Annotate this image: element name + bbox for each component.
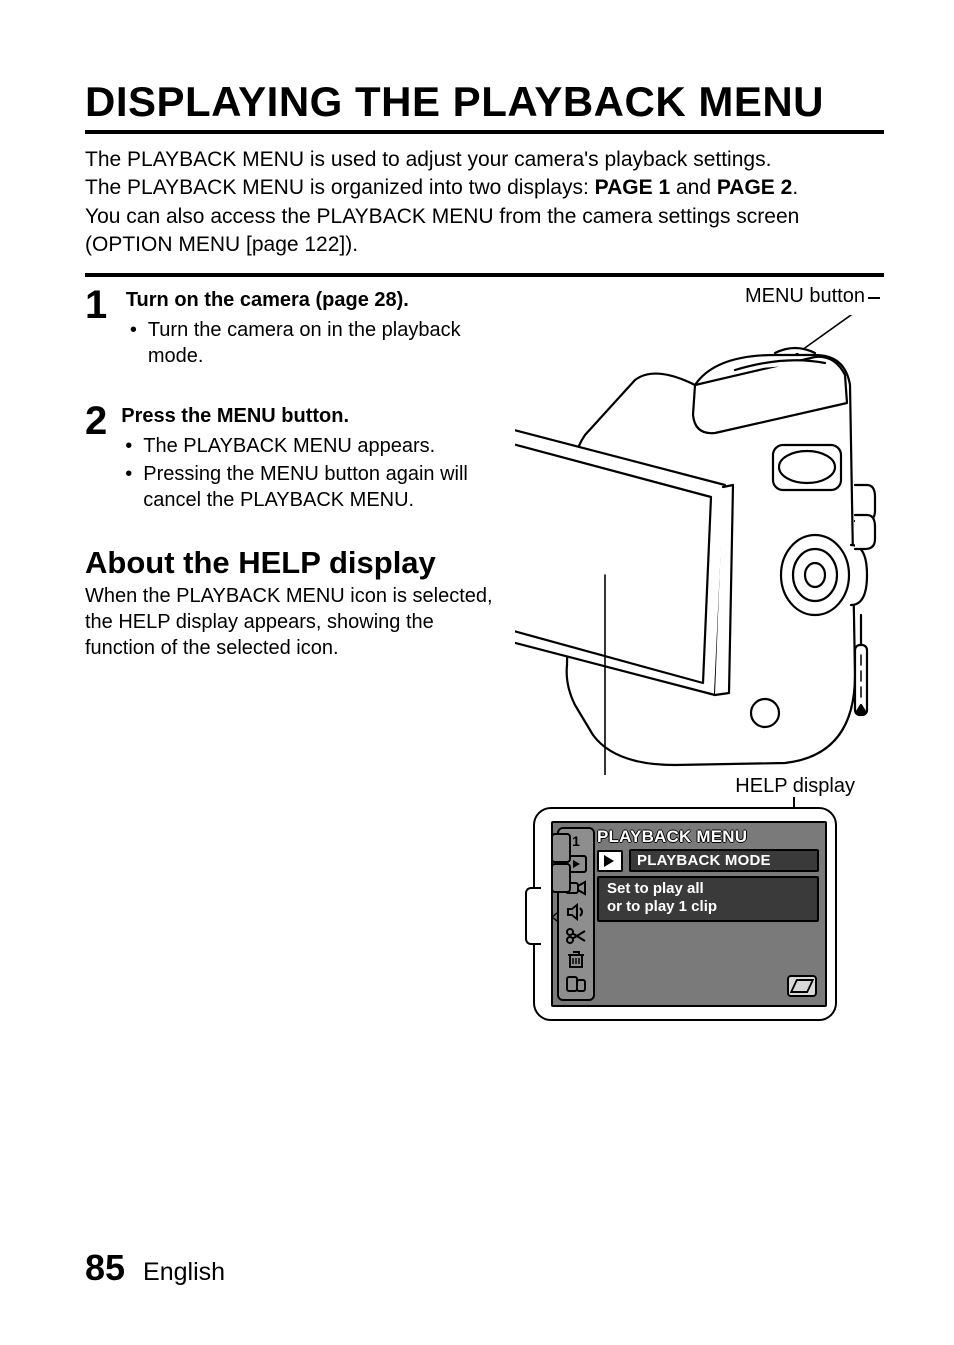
playback-icon: [597, 850, 623, 872]
step-1-bullet-1: Turn the camera on in the playback mode.: [144, 317, 505, 369]
lcd-screen: 1 PLAYBACK MENU PLAYBACK MODE Set to: [551, 821, 827, 1007]
content-columns: 1 Turn on the camera (page 28). Turn the…: [85, 285, 884, 1045]
page-footer: 85 English: [85, 1247, 225, 1289]
about-heading: About the HELP display: [85, 545, 505, 581]
camera-illustration: [515, 315, 895, 775]
mode-bar: PLAYBACK MODE: [597, 849, 819, 872]
step-number-2: 2: [85, 401, 107, 441]
page-title: DISPLAYING THE PLAYBACK MENU: [85, 80, 884, 124]
intro-line2b: .: [792, 176, 798, 199]
lcd-sidebar: 1: [557, 827, 595, 1001]
step-body-1: Turn on the camera (page 28). Turn the c…: [126, 285, 505, 371]
step-2-bullets: The PLAYBACK MENU appears. Pressing the …: [121, 433, 505, 513]
page-number: 85: [85, 1247, 125, 1289]
card-icon: [565, 975, 587, 993]
right-column: MENU button: [515, 285, 895, 1045]
tab-1: [551, 833, 571, 863]
help-display-label: HELP display: [735, 775, 855, 798]
help-line-2: or to play 1 clip: [607, 898, 809, 916]
intro-line2a: The PLAYBACK MENU is organized into two …: [85, 176, 595, 199]
manual-page: DISPLAYING THE PLAYBACK MENU The PLAYBAC…: [0, 0, 954, 1345]
speaker-icon: [565, 903, 587, 921]
intro-line1: The PLAYBACK MENU is used to adjust your…: [85, 148, 771, 171]
menu-button-label: MENU button: [745, 285, 865, 308]
help-box: Set to play all or to play 1 clip: [597, 876, 819, 922]
edit-icon: [787, 975, 817, 997]
about-text: When the PLAYBACK MENU icon is selected,…: [85, 583, 505, 661]
intro-page2: PAGE 2: [717, 176, 792, 199]
step-1: 1 Turn on the camera (page 28). Turn the…: [85, 285, 505, 371]
intro-line3: You can also access the PLAYBACK MENU fr…: [85, 205, 799, 256]
step-2-bullet-1: The PLAYBACK MENU appears.: [139, 433, 505, 459]
step-heading-2: Press the MENU button.: [121, 403, 505, 429]
scissors-icon: [565, 927, 587, 945]
intro-and: and: [670, 176, 717, 199]
intro-page1: PAGE 1: [595, 176, 670, 199]
lcd-title: PLAYBACK MENU: [597, 827, 819, 847]
steps-rule: [85, 273, 884, 277]
leader-menu: [868, 297, 880, 299]
trash-icon: [565, 951, 587, 969]
left-column: 1 Turn on the camera (page 28). Turn the…: [85, 285, 505, 661]
playback-mode-label: PLAYBACK MODE: [629, 849, 819, 872]
step-heading-1: Turn on the camera (page 28).: [126, 287, 505, 313]
title-rule: [85, 130, 884, 134]
lcd-content: PLAYBACK MENU PLAYBACK MODE Set to play …: [597, 827, 819, 922]
step-number-1: 1: [85, 285, 112, 325]
intro-paragraph: The PLAYBACK MENU is used to adjust your…: [85, 146, 884, 259]
step-2-bullet-2: Pressing the MENU button again will canc…: [139, 461, 505, 513]
tab-2: [551, 863, 571, 893]
help-line-1: Set to play all: [607, 880, 809, 898]
step-1-bullets: Turn the camera on in the playback mode.: [126, 317, 505, 369]
footer-language: English: [143, 1258, 225, 1287]
step-2: 2 Press the MENU button. The PLAYBACK ME…: [85, 401, 505, 515]
step-body-2: Press the MENU button. The PLAYBACK MENU…: [121, 401, 505, 515]
